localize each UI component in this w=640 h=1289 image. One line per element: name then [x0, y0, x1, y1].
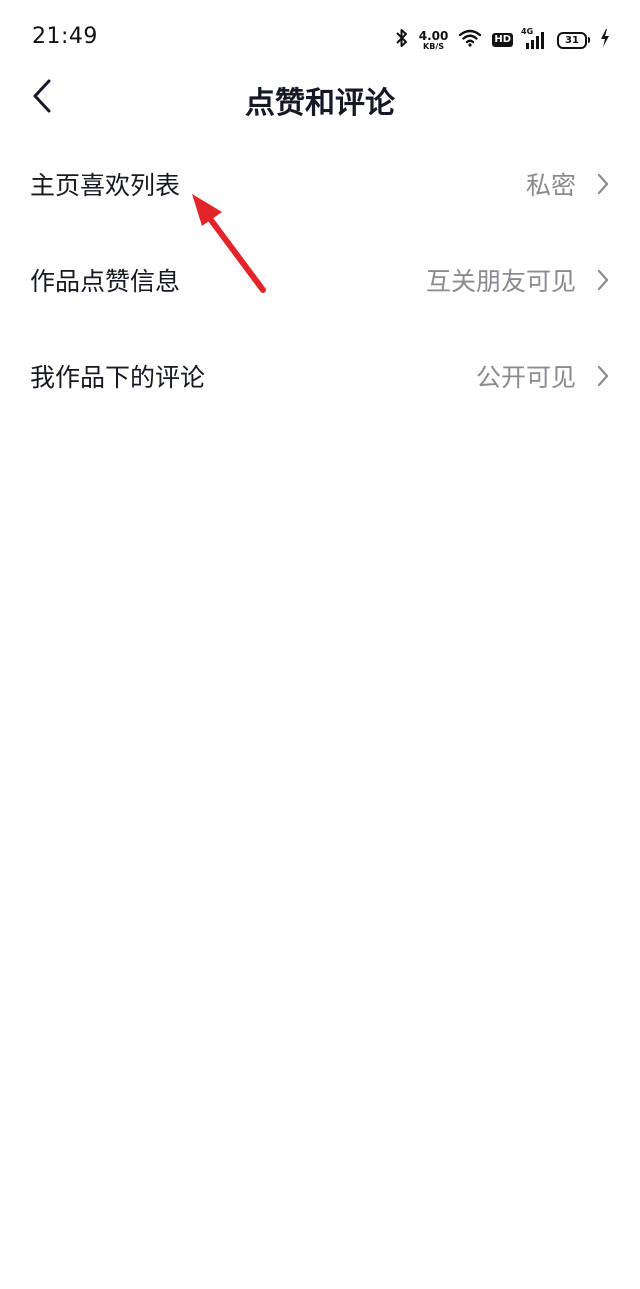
net-speed-unit: KB/S [423, 41, 445, 51]
chevron-right-icon [596, 364, 610, 388]
setting-value: 互关朋友可见 [425, 267, 576, 296]
settings-screen: 21:49 4.00 KB/S HD 4G 31 点赞和评论 主页喜欢列表 私密… [0, 0, 640, 1289]
charging-icon [600, 28, 610, 52]
net-speed-value: 4.00 [418, 28, 449, 43]
bluetooth-icon [395, 28, 409, 52]
settings-list: 主页喜欢列表 私密 作品点赞信息 互关朋友可见 我作品下的评论 公开可见 [0, 136, 640, 424]
hd-icon: HD [492, 33, 513, 47]
wifi-icon [458, 29, 482, 51]
battery-icon: 31 [557, 31, 587, 49]
setting-label: 我作品下的评论 [30, 363, 206, 392]
nav-bar: 点赞和评论 [0, 60, 640, 136]
signal-label: 4G [521, 27, 534, 36]
setting-row-homepage-likes[interactable]: 主页喜欢列表 私密 [0, 136, 640, 232]
battery-level: 31 [565, 34, 579, 46]
chevron-right-icon [596, 268, 610, 292]
battery-group: 31 [557, 31, 590, 49]
annotation-arrow-icon [192, 194, 266, 293]
setting-label: 主页喜欢列表 [30, 171, 181, 200]
signal-icon: 4G [521, 27, 547, 51]
setting-row-work-comments[interactable]: 我作品下的评论 公开可见 [0, 328, 640, 424]
chevron-right-icon [596, 172, 610, 196]
page-title: 点赞和评论 [245, 86, 395, 121]
setting-row-work-likes[interactable]: 作品点赞信息 互关朋友可见 [0, 232, 640, 328]
status-time: 21:49 [32, 24, 98, 49]
setting-value: 公开可见 [475, 363, 576, 392]
status-icons: 4.00 KB/S HD 4G 31 [395, 26, 610, 54]
net-speed: 4.00 KB/S [419, 30, 449, 51]
setting-value: 私密 [525, 171, 576, 200]
setting-label: 作品点赞信息 [30, 267, 181, 296]
battery-cap [588, 37, 590, 43]
